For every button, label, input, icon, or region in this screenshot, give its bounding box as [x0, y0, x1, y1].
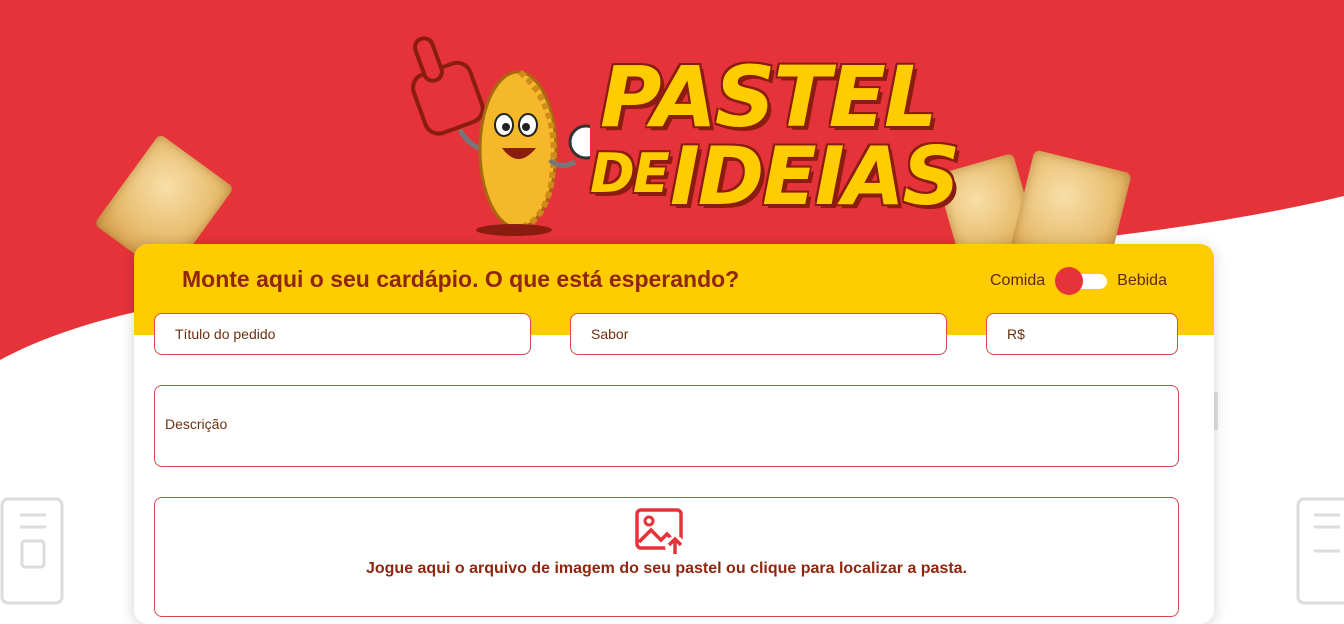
logo-text-ideias: IDEIAS	[670, 130, 960, 223]
order-title-input[interactable]	[154, 313, 531, 355]
category-toggle-group: Comida Bebida	[990, 267, 1167, 295]
form-heading: Monte aqui o seu cardápio. O que está es…	[182, 266, 740, 292]
flavor-input[interactable]	[570, 313, 947, 355]
toggle-label-drink[interactable]: Bebida	[1117, 272, 1167, 290]
brand-logo: PASTEL DE IDEIAS	[390, 30, 960, 240]
dropzone-text: Jogue aqui o arquivo de imagem do seu pa…	[365, 560, 968, 577]
menu-card-icon	[1296, 497, 1344, 605]
description-textarea[interactable]	[154, 385, 1179, 467]
menu-form-card: Monte aqui o seu cardápio. O que está es…	[134, 244, 1214, 624]
food-drink-toggle[interactable]	[1055, 267, 1108, 295]
image-dropzone[interactable]: Jogue aqui o arquivo de imagem do seu pa…	[154, 497, 1179, 617]
logo-text-de: DE	[590, 142, 670, 205]
price-input[interactable]	[986, 313, 1178, 355]
scrollbar-stub	[1214, 392, 1218, 430]
toggle-knob	[1055, 267, 1084, 295]
image-upload-icon	[635, 508, 685, 556]
menu-card-icon	[0, 497, 64, 605]
pastel-mascot-icon	[411, 36, 604, 236]
toggle-label-food[interactable]: Comida	[990, 272, 1045, 290]
